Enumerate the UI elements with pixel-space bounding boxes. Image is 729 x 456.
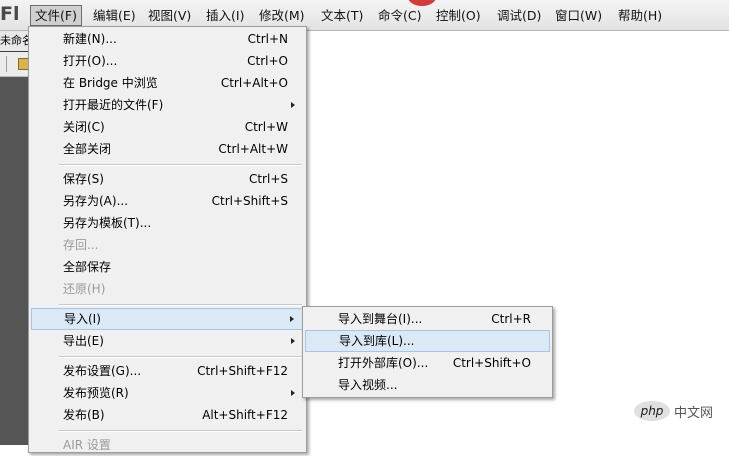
watermark: php 中文网 [634, 401, 713, 423]
menu-item-check-in: 存回... [31, 234, 304, 256]
menu-item-shortcut: Ctrl+N [247, 32, 288, 46]
document-tab[interactable]: 未命名 [0, 31, 28, 51]
menu-debug[interactable]: 调试(D) [493, 5, 545, 26]
submenu-item-import-to-stage[interactable]: 导入到舞台(I)... Ctrl+R [305, 308, 550, 330]
menu-item-shortcut: Ctrl+Shift+F12 [197, 364, 288, 378]
toolbar-divider [6, 56, 7, 72]
submenu-item-open-external-library[interactable]: 打开外部库(O)... Ctrl+Shift+O [305, 352, 550, 374]
menu-item-label: 发布设置(G)... [63, 364, 142, 378]
menu-item-label: 导入视频... [338, 378, 398, 392]
menu-item-save-as[interactable]: 另存为(A)... Ctrl+Shift+S [31, 190, 304, 212]
submenu-arrow-icon [291, 338, 295, 344]
menu-item-label: 全部保存 [63, 260, 112, 274]
submenu-item-import-video[interactable]: 导入视频... [305, 374, 550, 396]
menu-item-label: 保存(S) [63, 172, 104, 186]
submenu-arrow-icon [291, 102, 295, 108]
menu-item-label: 导入到舞台(I)... [338, 312, 423, 326]
menu-item-shortcut: Alt+Shift+F12 [202, 408, 288, 422]
menu-modify[interactable]: 修改(M) [255, 5, 309, 26]
submenu-arrow-icon [291, 390, 295, 396]
import-submenu: 导入到舞台(I)... Ctrl+R 导入到库(L)... 打开外部库(O)..… [302, 306, 553, 398]
menu-item-open[interactable]: 打开(O)... Ctrl+O [31, 50, 304, 72]
menu-commands[interactable]: 命令(C) [374, 5, 425, 26]
menu-item-air-settings: AIR 设置 [31, 434, 304, 456]
menu-item-label: AIR 设置 [63, 438, 111, 452]
menu-item-label: 导出(E) [63, 334, 104, 348]
menu-item-save-as-template[interactable]: 另存为模板(T)... [31, 212, 304, 234]
menu-item-shortcut: Ctrl+S [248, 172, 288, 186]
menu-item-label: 存回... [63, 238, 99, 252]
menu-control[interactable]: 控制(O) [432, 5, 485, 26]
menu-item-label: 在 Bridge 中浏览 [63, 76, 158, 90]
submenu-item-import-to-library[interactable]: 导入到库(L)... [305, 330, 550, 352]
menu-item-label: 还原(H) [63, 282, 106, 296]
menu-item-export[interactable]: 导出(E) [31, 330, 304, 352]
menu-item-publish-preview[interactable]: 发布预览(R) [31, 382, 304, 404]
menu-item-label: 发布预览(R) [63, 386, 129, 400]
menu-item-label: 导入(I) [64, 312, 101, 326]
watermark-text: 中文网 [674, 405, 714, 421]
menu-item-save[interactable]: 保存(S) Ctrl+S [31, 168, 304, 190]
menu-item-label: 另存为模板(T)... [63, 216, 152, 230]
menu-item-close-all[interactable]: 全部关闭 Ctrl+Alt+W [31, 138, 304, 160]
menu-item-shortcut: Ctrl+R [491, 312, 531, 326]
menu-item-browse-in-bridge[interactable]: 在 Bridge 中浏览 Ctrl+Alt+O [31, 72, 304, 94]
menu-item-new[interactable]: 新建(N)... Ctrl+N [31, 28, 304, 50]
menu-separator [59, 164, 302, 166]
menu-item-import[interactable]: 导入(I) [31, 308, 304, 330]
menu-view[interactable]: 视图(V) [144, 5, 195, 26]
menu-item-open-recent[interactable]: 打开最近的文件(F) [31, 94, 304, 116]
menu-item-publish[interactable]: 发布(B) Alt+Shift+F12 [31, 404, 304, 426]
menu-item-shortcut: Ctrl+Alt+W [218, 142, 288, 156]
menu-item-label: 导入到库(L)... [339, 334, 415, 348]
file-menu: 新建(N)... Ctrl+N 打开(O)... Ctrl+O 在 Bridge… [28, 26, 307, 453]
menu-file[interactable]: 文件(F) [30, 5, 82, 26]
menu-separator [59, 356, 302, 358]
menu-item-save-all[interactable]: 全部保存 [31, 256, 304, 278]
menu-item-label: 打开外部库(O)... [338, 356, 429, 370]
app-logo: Fl [0, 3, 20, 25]
menu-item-label: 关闭(C) [63, 120, 105, 134]
menu-item-label: 另存为(A)... [63, 194, 129, 208]
menu-item-shortcut: Ctrl+Shift+O [452, 356, 531, 370]
menu-item-revert: 还原(H) [31, 278, 304, 300]
menu-text[interactable]: 文本(T) [317, 5, 367, 26]
menu-insert[interactable]: 插入(I) [202, 5, 248, 26]
menu-item-shortcut: Ctrl+O [247, 54, 288, 68]
menu-item-label: 全部关闭 [63, 142, 112, 156]
menu-item-label: 打开最近的文件(F) [63, 98, 164, 112]
menu-window[interactable]: 窗口(W) [551, 5, 606, 26]
menu-item-shortcut: Ctrl+Shift+S [211, 194, 288, 208]
menu-help[interactable]: 帮助(H) [614, 5, 666, 26]
menu-item-shortcut: Ctrl+W [244, 120, 288, 134]
php-logo: php [634, 401, 670, 421]
menu-item-shortcut: Ctrl+Alt+O [220, 76, 288, 90]
submenu-arrow-icon [290, 316, 294, 322]
menu-item-label: 发布(B) [63, 408, 105, 422]
menu-item-publish-settings[interactable]: 发布设置(G)... Ctrl+Shift+F12 [31, 360, 304, 382]
workspace-left-strip [0, 31, 28, 445]
menu-separator [59, 304, 302, 306]
menu-item-close[interactable]: 关闭(C) Ctrl+W [31, 116, 304, 138]
menu-item-label: 新建(N)... [63, 32, 117, 46]
menu-edit[interactable]: 编辑(E) [89, 5, 140, 26]
menu-separator [59, 430, 302, 432]
menu-item-label: 打开(O)... [63, 54, 118, 68]
